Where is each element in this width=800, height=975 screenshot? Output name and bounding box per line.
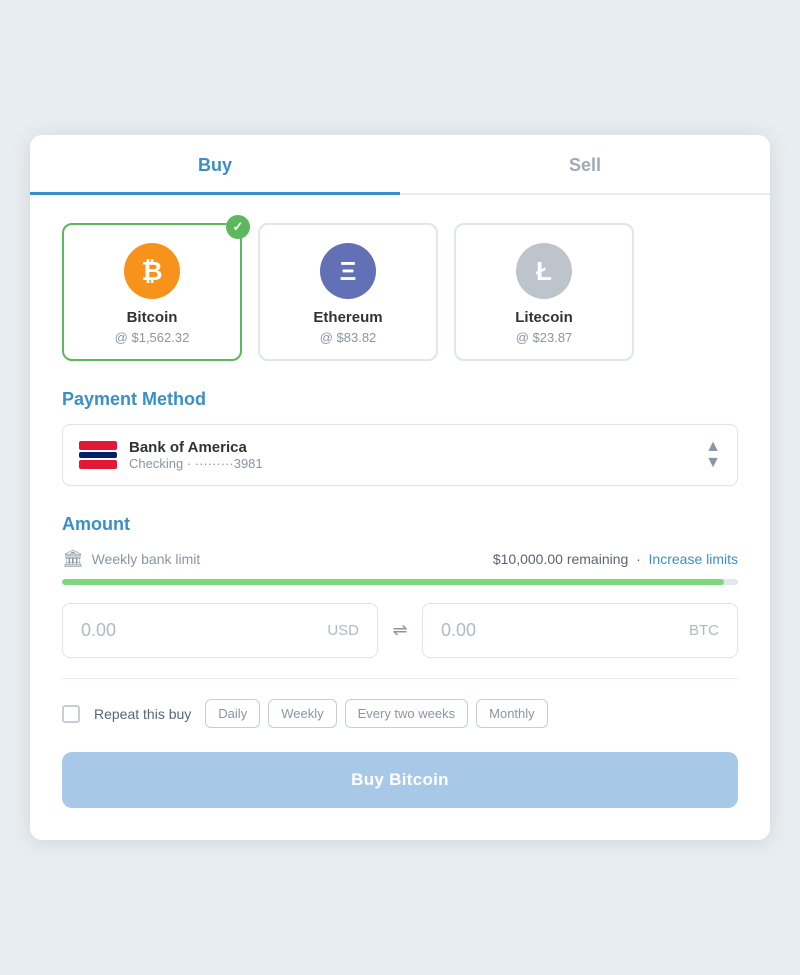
crypto-grid: ✓ ₿ Bitcoin @ $1,562.32 Ξ Ethereum @ $83…: [62, 223, 738, 361]
swap-icon[interactable]: ⇌: [378, 620, 422, 641]
limit-left: 🏛 Weekly bank limit: [62, 549, 200, 569]
btc-price: @ $1,562.32: [80, 330, 224, 345]
ltc-icon: Ł: [516, 243, 572, 299]
usd-currency: USD: [327, 622, 359, 639]
ltc-price: @ $23.87: [472, 330, 616, 345]
usd-value: 0.00: [81, 620, 116, 641]
repeat-row: Repeat this buy Daily Weekly Every two w…: [62, 699, 738, 728]
main-card: Buy Sell ✓ ₿ Bitcoin @ $1,562.32 Ξ Ether…: [30, 135, 770, 840]
payment-left: Bank of America Checking · ·········3981: [79, 439, 263, 471]
tab-buy[interactable]: Buy: [30, 135, 400, 195]
eth-icon: Ξ: [320, 243, 376, 299]
increase-limits-link[interactable]: Increase limits: [649, 551, 738, 567]
tab-sell[interactable]: Sell: [400, 135, 770, 195]
payment-info: Bank of America Checking · ·········3981: [129, 439, 263, 471]
payment-section-label: Payment Method: [62, 389, 738, 410]
repeat-option-daily[interactable]: Daily: [205, 699, 260, 728]
limit-progress-bar: [62, 579, 738, 585]
selected-check-icon: ✓: [226, 215, 250, 239]
repeat-option-weekly[interactable]: Weekly: [268, 699, 336, 728]
card-body: ✓ ₿ Bitcoin @ $1,562.32 Ξ Ethereum @ $83…: [30, 195, 770, 840]
usd-input-box[interactable]: 0.00 USD: [62, 603, 378, 658]
repeat-option-biweekly[interactable]: Every two weeks: [345, 699, 469, 728]
btc-name: Bitcoin: [80, 309, 224, 326]
payment-method-selector[interactable]: Bank of America Checking · ·········3981…: [62, 424, 738, 486]
crypto-card-ltc[interactable]: Ł Litecoin @ $23.87: [454, 223, 634, 361]
repeat-checkbox[interactable]: [62, 705, 80, 723]
repeat-label: Repeat this buy: [94, 706, 191, 722]
limit-row: 🏛 Weekly bank limit $10,000.00 remaining…: [62, 549, 738, 569]
btc-currency: BTC: [689, 622, 719, 639]
bank-name: Bank of America: [129, 439, 263, 456]
eth-price: @ $83.82: [276, 330, 420, 345]
bank-icon: 🏛: [62, 549, 84, 569]
crypto-card-eth[interactable]: Ξ Ethereum @ $83.82: [258, 223, 438, 361]
eth-name: Ethereum: [276, 309, 420, 326]
repeat-options: Daily Weekly Every two weeks Monthly: [205, 699, 547, 728]
buy-button[interactable]: Buy Bitcoin: [62, 752, 738, 808]
dropdown-chevron-icon: ▲ ▼: [705, 439, 721, 471]
divider: [62, 678, 738, 679]
crypto-card-btc[interactable]: ✓ ₿ Bitcoin @ $1,562.32: [62, 223, 242, 361]
btc-input-box[interactable]: 0.00 BTC: [422, 603, 738, 658]
remaining-amount: $10,000.00 remaining: [493, 551, 628, 567]
bank-account: Checking · ·········3981: [129, 456, 263, 471]
limit-right: $10,000.00 remaining · Increase limits: [493, 551, 738, 567]
amount-section-label: Amount: [62, 514, 738, 535]
amount-inputs-row: 0.00 USD ⇌ 0.00 BTC: [62, 603, 738, 658]
ltc-name: Litecoin: [472, 309, 616, 326]
btc-icon: ₿: [124, 243, 180, 299]
repeat-option-monthly[interactable]: Monthly: [476, 699, 548, 728]
tabs-bar: Buy Sell: [30, 135, 770, 195]
limit-label-text: Weekly bank limit: [92, 551, 201, 567]
btc-value: 0.00: [441, 620, 476, 641]
progress-fill: [62, 579, 724, 585]
bank-logo-icon: [79, 441, 115, 469]
